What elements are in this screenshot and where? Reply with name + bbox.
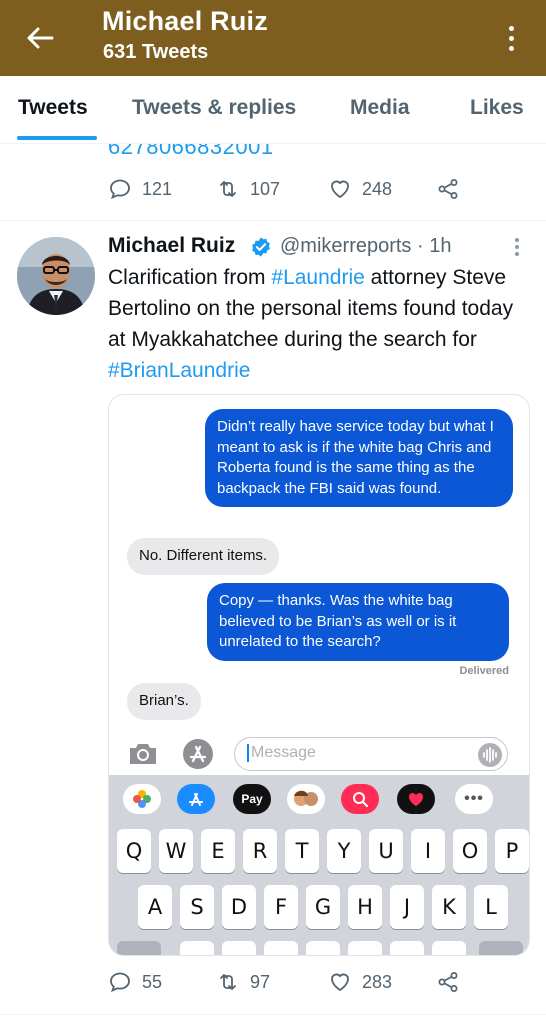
avatar[interactable]: [17, 237, 95, 315]
key-s[interactable]: S: [180, 885, 214, 929]
like-count: 248: [362, 178, 393, 199]
timestamp-fragment: [289, 395, 369, 399]
active-tab-indicator: [17, 136, 97, 140]
key-e[interactable]: E: [201, 829, 235, 873]
reply-icon: [110, 179, 130, 200]
reply-count: 121: [142, 178, 173, 199]
like-icon: [331, 973, 349, 991]
retweet-icon: [220, 181, 236, 197]
retweet-count: 97: [250, 971, 271, 992]
prev-tweet-link[interactable]: 6278066832001: [108, 144, 408, 162]
key-l[interactable]: L: [474, 885, 508, 929]
tab-likes[interactable]: Likes: [470, 96, 524, 120]
share-icon: [438, 179, 458, 199]
tweet-author-name[interactable]: Michael Ruiz: [108, 234, 235, 258]
key-h[interactable]: H: [348, 885, 382, 929]
key-j[interactable]: J: [390, 885, 424, 929]
key-n[interactable]: [390, 941, 424, 955]
audio-icon[interactable]: [477, 742, 503, 768]
delivered-label: Delivered: [459, 665, 509, 677]
tweet-text: Clarification from #Laundrie attorney St…: [108, 266, 514, 382]
hashtag-brianlaundrie[interactable]: #BrianLaundrie: [108, 359, 250, 382]
key-m[interactable]: [432, 941, 466, 955]
profile-header: Michael Ruiz 631 Tweets: [0, 0, 546, 76]
like-button[interactable]: 283: [328, 970, 392, 994]
retweet-count: 107: [250, 178, 281, 199]
key-f[interactable]: F: [264, 885, 298, 929]
key-d[interactable]: D: [222, 885, 256, 929]
key-a[interactable]: A: [138, 885, 172, 929]
key-shift[interactable]: [117, 941, 161, 955]
key-r[interactable]: R: [243, 829, 277, 873]
share-icon: [438, 972, 458, 992]
like-button[interactable]: 248: [328, 177, 392, 201]
app-store-app-icon[interactable]: [177, 784, 215, 814]
share-button[interactable]: [436, 970, 460, 994]
message-bubble: Copy — thanks. Was the white bag believe…: [207, 583, 509, 661]
like-count: 283: [362, 971, 393, 992]
tab-media[interactable]: Media: [350, 96, 410, 120]
retweet-button[interactable]: 97: [216, 970, 270, 994]
tweet-media-image[interactable]: Didn’t really have service today but wha…: [108, 394, 530, 956]
key-x[interactable]: [222, 941, 256, 955]
key-y[interactable]: Y: [327, 829, 361, 873]
verified-badge-icon: [252, 237, 270, 257]
message-input[interactable]: Message: [234, 737, 508, 771]
tab-tweets-replies[interactable]: Tweets & replies: [132, 96, 296, 120]
app-store-icon[interactable]: [181, 738, 215, 770]
retweet-button[interactable]: 107: [216, 177, 280, 201]
digital-touch-icon[interactable]: [397, 784, 435, 814]
tweet-actions: 55 97 283: [108, 970, 478, 1000]
profile-tabs: Tweets Tweets & replies Media Likes: [0, 76, 546, 144]
key-z[interactable]: [180, 941, 214, 955]
reply-icon: [110, 972, 130, 993]
back-arrow-icon[interactable]: [22, 20, 58, 56]
photos-app-icon[interactable]: [123, 784, 161, 814]
key-q[interactable]: Q: [117, 829, 151, 873]
key-i[interactable]: I: [411, 829, 445, 873]
key-delete[interactable]: [479, 941, 523, 955]
key-o[interactable]: O: [453, 829, 487, 873]
retweet-icon: [220, 974, 236, 990]
like-icon: [331, 180, 349, 198]
tweet-count: 631 Tweets: [103, 41, 209, 63]
reply-button[interactable]: 121: [108, 177, 172, 201]
message-bubble: Brian’s.: [127, 683, 201, 720]
tweet-divider: [0, 220, 546, 221]
more-vertical-icon[interactable]: [496, 20, 526, 56]
imessage-input-bar: Message: [109, 733, 529, 775]
key-w[interactable]: W: [159, 829, 193, 873]
reply-button[interactable]: 55: [108, 970, 162, 994]
key-b[interactable]: [348, 941, 382, 955]
prev-tweet-actions: 121 107 248: [108, 177, 478, 207]
key-k[interactable]: K: [432, 885, 466, 929]
profile-name: Michael Ruiz: [102, 6, 268, 36]
hashtag-laundrie[interactable]: #Laundrie: [271, 266, 364, 289]
more-apps-icon[interactable]: •••: [455, 784, 493, 814]
apple-pay-icon[interactable]: Pay: [233, 784, 271, 814]
reply-count: 55: [142, 971, 163, 992]
key-t[interactable]: T: [285, 829, 319, 873]
imessage-apps-row: Pay •••: [109, 775, 529, 823]
tweet-more-icon[interactable]: [510, 238, 524, 258]
share-button[interactable]: [436, 177, 460, 201]
key-g[interactable]: G: [306, 885, 340, 929]
tweet-divider-bottom: [0, 1014, 546, 1015]
key-u[interactable]: U: [369, 829, 403, 873]
tweet-handle-time[interactable]: @mikerreports · 1h: [280, 235, 451, 258]
camera-icon[interactable]: [127, 741, 159, 767]
message-bubble: Didn’t really have service today but wha…: [205, 409, 513, 507]
key-c[interactable]: [264, 941, 298, 955]
message-bubble: No. Different items.: [127, 538, 280, 575]
tab-tweets[interactable]: Tweets: [18, 96, 88, 120]
search-images-icon[interactable]: [341, 784, 379, 814]
memoji-icon[interactable]: [287, 784, 325, 814]
key-p[interactable]: P: [495, 829, 529, 873]
key-v[interactable]: [306, 941, 340, 955]
